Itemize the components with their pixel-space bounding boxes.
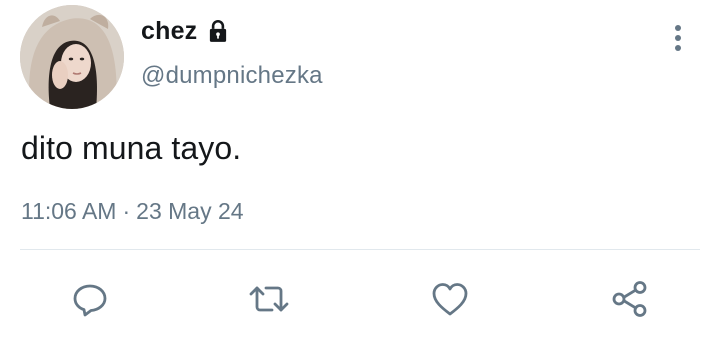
tweet-text: dito muna tayo. bbox=[21, 130, 242, 166]
share-button[interactable] bbox=[608, 278, 652, 320]
share-icon bbox=[609, 278, 651, 320]
avatar[interactable] bbox=[20, 5, 124, 109]
retweet-icon bbox=[247, 279, 291, 319]
more-vertical-icon bbox=[673, 23, 683, 58]
author-display-name[interactable]: chez bbox=[141, 17, 231, 46]
more-options-button[interactable] bbox=[662, 22, 694, 58]
reply-button[interactable] bbox=[68, 278, 112, 320]
author-handle[interactable]: @dumpnichezka bbox=[141, 62, 323, 90]
like-button[interactable] bbox=[428, 278, 472, 320]
tweet-time: 11:06 AM bbox=[21, 198, 117, 224]
display-name-text: chez bbox=[141, 17, 198, 45]
heart-icon bbox=[430, 279, 470, 319]
tweet-timestamp: 11:06 AM · 23 May 24 bbox=[21, 198, 244, 225]
divider bbox=[20, 249, 700, 250]
reply-icon bbox=[70, 279, 110, 319]
lock-icon bbox=[205, 18, 231, 44]
tweet-date: 23 May 24 bbox=[136, 198, 244, 224]
retweet-button[interactable] bbox=[247, 278, 291, 320]
meta-separator: · bbox=[122, 198, 131, 224]
tweet-actions bbox=[0, 278, 720, 320]
